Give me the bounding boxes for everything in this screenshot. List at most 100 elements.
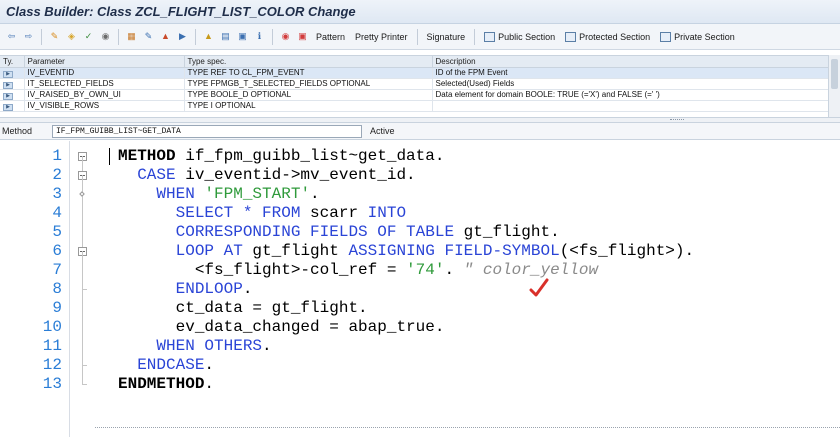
importing-icon: ▶ — [3, 103, 13, 110]
application-toolbar: ⇦ ⇨ ✎ ◈ ✓ ◉ ▦ ✎ ▲ ▶ ▲ ▤ ▣ ℹ ◉ ▣ Pattern … — [0, 24, 840, 50]
code-text[interactable]: METHOD if_fpm_guibb_list~get_data. — [118, 147, 444, 166]
line-number: 5 — [52, 223, 62, 241]
method-name-field[interactable]: IF_FPM_GUIBB_LIST~GET_DATA — [52, 125, 362, 138]
hierarchy-icon[interactable]: ▲ — [202, 30, 215, 43]
code-line[interactable]: 1 METHOD if_fpm_guibb_list~get_data. — [0, 147, 840, 166]
title-bar: Class Builder: Class ZCL_FLIGHT_LIST_COL… — [0, 0, 840, 24]
line-number: 3 — [52, 185, 62, 203]
column-header-type-spec[interactable]: Type spec. — [184, 56, 433, 68]
code-line[interactable]: 7 <fs_flight>-col_ref = '74'. " color_ye… — [0, 261, 840, 280]
info-icon[interactable]: ℹ — [253, 30, 266, 43]
keyword-token: ENDMETHOD — [118, 375, 205, 393]
fold-toggle-icon[interactable] — [76, 242, 90, 261]
code-line[interactable]: 10 ev_data_changed = abap_true. — [0, 318, 840, 337]
code-line[interactable]: 5 CORRESPONDING FIELDS OF TABLE gt_fligh… — [0, 223, 840, 242]
splitter-grip[interactable] — [670, 119, 684, 121]
column-header-type[interactable]: Ty. — [0, 56, 25, 68]
type-spec-cell[interactable]: TYPE FPMGB_T_SELECTED_FIELDS OPTIONAL — [184, 78, 433, 90]
local-types-icon[interactable]: ▤ — [219, 30, 232, 43]
description-cell[interactable]: ID of the FPM Event — [432, 67, 828, 79]
code-editor[interactable]: 1 METHOD if_fpm_guibb_list~get_data. 2 CAS… — [0, 141, 840, 437]
where-used-icon[interactable]: ◉ — [99, 30, 112, 43]
code-text[interactable]: CORRESPONDING FIELDS OF TABLE gt_flight. — [118, 223, 560, 242]
code-text[interactable]: SELECT * FROM scarr INTO — [118, 204, 406, 223]
column-header-description[interactable]: Description — [432, 56, 828, 68]
code-text[interactable]: ct_data = gt_flight. — [118, 299, 368, 318]
protected-section-label: Protected Section — [579, 31, 651, 42]
layout-icon[interactable]: ▣ — [236, 30, 249, 43]
code-text[interactable]: <fs_flight>-col_ref = '74'. " color_yell… — [118, 261, 598, 280]
fold-toggle-icon[interactable] — [76, 147, 90, 166]
code-text[interactable]: ENDCASE. — [118, 356, 214, 375]
activate-icon[interactable]: ◈ — [65, 30, 78, 43]
code-line[interactable]: 4 SELECT * FROM scarr INTO — [0, 204, 840, 223]
fold-guide-line — [76, 204, 90, 223]
code-text[interactable]: WHEN 'FPM_START'. — [118, 185, 320, 204]
comment-token: " color_yellow — [463, 261, 599, 279]
parameter-name-cell[interactable]: IT_SELECTED_FIELDS — [24, 78, 185, 90]
table-row[interactable]: ▶ IV_VISIBLE_ROWS TYPE I OPTIONAL — [0, 100, 828, 112]
column-header-parameter[interactable]: Parameter — [24, 56, 185, 68]
line-number: 8 — [52, 280, 62, 298]
fold-end-icon — [76, 375, 90, 394]
parameter-kind-cell: ▶ — [0, 89, 25, 101]
pretty-printer-button[interactable]: Pretty Printer — [355, 32, 408, 42]
code-text[interactable]: ev_data_changed = abap_true. — [118, 318, 445, 337]
type-spec-cell[interactable]: TYPE BOOLE_D OPTIONAL — [184, 89, 433, 101]
parameter-kind-cell: ▶ — [0, 67, 25, 79]
fold-toggle-icon[interactable] — [76, 166, 90, 185]
code-text[interactable]: CASE iv_eventid->mv_event_id. — [118, 166, 415, 185]
object-list-icon[interactable]: ▦ — [125, 30, 138, 43]
description-cell[interactable]: Selected(Used) Fields — [432, 78, 828, 90]
description-cell[interactable]: Data element for domain BOOLE: TRUE (='X… — [432, 89, 828, 101]
code-line[interactable]: 9 ct_data = gt_flight. — [0, 299, 840, 318]
parameter-name-cell[interactable]: IV_VISIBLE_ROWS — [24, 100, 185, 112]
string-token: '74' — [406, 261, 445, 279]
scrollbar-thumb[interactable] — [831, 59, 838, 89]
table-row[interactable]: ▶ IV_EVENTID TYPE REF TO CL_FPM_EVENT ID… — [0, 67, 828, 79]
code-token: . — [310, 185, 320, 203]
code-line[interactable]: 13 ENDMETHOD. — [0, 375, 840, 394]
display-object-icon[interactable]: ✎ — [142, 30, 155, 43]
code-token: . — [262, 337, 272, 355]
description-cell[interactable] — [432, 100, 828, 112]
parameter-table-scrollbar[interactable] — [828, 55, 840, 117]
public-section-button[interactable]: Public Section — [484, 31, 555, 42]
table-row[interactable]: ▶ IT_SELECTED_FIELDS TYPE FPMGB_T_SELECT… — [0, 78, 828, 90]
code-line[interactable]: 6 LOOP AT gt_flight ASSIGNING FIELD-SYMB… — [0, 242, 840, 261]
code-text[interactable]: WHEN OTHERS. — [118, 337, 272, 356]
display-change-icon[interactable]: ✎ — [48, 30, 61, 43]
check-icon[interactable]: ✓ — [82, 30, 95, 43]
type-spec-cell[interactable]: TYPE I OPTIONAL — [184, 100, 433, 112]
code-line[interactable]: 8 ENDLOOP. — [0, 280, 840, 299]
table-row[interactable]: ▶ IV_RAISED_BY_OWN_UI TYPE BOOLE_D OPTIO… — [0, 89, 828, 101]
signature-button[interactable]: Signature — [427, 32, 466, 42]
protected-section-button[interactable]: Protected Section — [565, 31, 651, 42]
parameter-kind-cell: ▶ — [0, 78, 25, 90]
type-spec-cell[interactable]: TYPE REF TO CL_FPM_EVENT — [184, 67, 433, 79]
code-line[interactable]: 11 WHEN OTHERS. — [0, 337, 840, 356]
forward-icon[interactable]: ⇨ — [22, 30, 35, 43]
method-label: Method — [2, 126, 33, 136]
code-text[interactable]: ENDMETHOD. — [118, 375, 214, 394]
back-icon[interactable]: ⇦ — [5, 30, 18, 43]
edit-icon[interactable]: ▲ — [159, 30, 172, 43]
code-line[interactable]: 3 WHEN 'FPM_START'. — [0, 185, 840, 204]
line-number: 9 — [52, 299, 62, 317]
red-check-annotation — [529, 278, 549, 297]
parameter-name-cell[interactable]: IV_EVENTID — [24, 67, 185, 79]
pattern-icon[interactable]: ◉ — [279, 30, 292, 43]
private-section-button[interactable]: Private Section — [660, 31, 735, 42]
insert-icon[interactable]: ▶ — [176, 30, 189, 43]
code-line[interactable]: 2 CASE iv_eventid->mv_event_id. — [0, 166, 840, 185]
parameter-name-cell[interactable]: IV_RAISED_BY_OWN_UI — [24, 89, 185, 101]
code-text[interactable]: ENDLOOP. — [118, 280, 253, 299]
code-text[interactable]: LOOP AT gt_flight ASSIGNING FIELD-SYMBOL… — [118, 242, 695, 261]
macros-icon[interactable]: ▣ — [296, 30, 309, 43]
code-line[interactable]: 12 ENDCASE. — [0, 356, 840, 375]
pattern-button[interactable]: Pattern — [316, 32, 345, 42]
code-token: <fs_flight>-col_ref = — [118, 261, 407, 279]
